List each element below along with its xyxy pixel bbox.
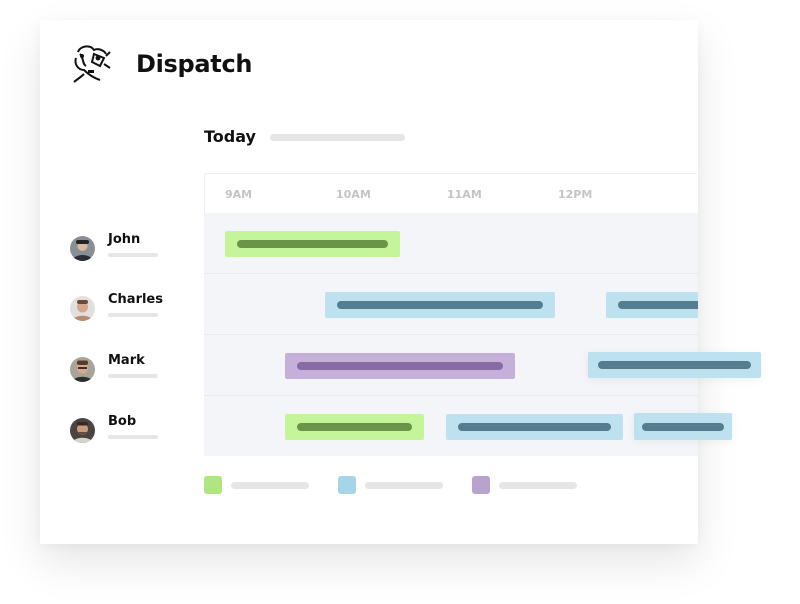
dispatch-card: Dispatch Today John Charles Mark Bob 9AM bbox=[40, 20, 732, 544]
job-block-fill bbox=[337, 301, 543, 309]
legend-swatch-blue bbox=[338, 476, 356, 494]
schedule-row-john bbox=[204, 213, 698, 275]
legend-label-placeholder bbox=[231, 482, 309, 489]
app-title: Dispatch bbox=[136, 50, 253, 78]
armored-knight-icon bbox=[73, 45, 111, 83]
job-block-blue[interactable] bbox=[634, 414, 732, 440]
avatar bbox=[70, 357, 95, 382]
person-name: Bob bbox=[108, 414, 137, 429]
job-block-blue[interactable] bbox=[606, 292, 698, 318]
person-name: John bbox=[108, 232, 141, 247]
job-block-blue[interactable] bbox=[446, 414, 623, 440]
person-bob[interactable]: Bob bbox=[70, 414, 170, 444]
avatar bbox=[70, 236, 95, 261]
legend-swatch-purple bbox=[472, 476, 490, 494]
schedule-timeline: 9AM 10AM 11AM 12PM bbox=[204, 173, 732, 456]
job-block-blue[interactable] bbox=[325, 292, 555, 318]
job-block-blue-floating[interactable] bbox=[588, 352, 761, 378]
job-block-fill bbox=[618, 301, 698, 309]
job-block-fill bbox=[297, 362, 503, 370]
job-block-green[interactable] bbox=[285, 414, 424, 440]
time-axis: 9AM 10AM 11AM 12PM bbox=[204, 173, 697, 215]
person-name: Charles bbox=[108, 292, 163, 307]
date-placeholder-bar bbox=[270, 134, 405, 141]
legend-label-placeholder bbox=[499, 482, 577, 489]
person-john[interactable]: John bbox=[70, 232, 170, 262]
avatar bbox=[70, 296, 95, 321]
time-tick: 9AM bbox=[225, 188, 253, 201]
schedule-row-bob bbox=[204, 396, 732, 456]
legend-swatch-green bbox=[204, 476, 222, 494]
time-tick: 12PM bbox=[558, 188, 593, 201]
job-block-fill bbox=[458, 423, 611, 431]
job-block-fill bbox=[237, 240, 388, 248]
person-subtitle-placeholder bbox=[108, 374, 158, 378]
job-block-fill bbox=[598, 361, 751, 369]
person-subtitle-placeholder bbox=[108, 253, 158, 257]
time-tick: 11AM bbox=[447, 188, 482, 201]
job-block-purple[interactable] bbox=[285, 353, 515, 379]
avatar bbox=[70, 418, 95, 443]
legend-label-placeholder bbox=[365, 482, 443, 489]
job-block-green[interactable] bbox=[225, 231, 400, 257]
person-mark[interactable]: Mark bbox=[70, 353, 170, 383]
job-block-fill bbox=[297, 423, 412, 431]
time-tick: 10AM bbox=[336, 188, 371, 201]
person-subtitle-placeholder bbox=[108, 313, 158, 317]
job-block-fill bbox=[642, 423, 724, 431]
person-charles[interactable]: Charles bbox=[70, 292, 170, 322]
person-name: Mark bbox=[108, 353, 145, 368]
person-subtitle-placeholder bbox=[108, 435, 158, 439]
schedule-heading: Today bbox=[204, 127, 256, 146]
schedule-row-charles bbox=[204, 274, 698, 336]
